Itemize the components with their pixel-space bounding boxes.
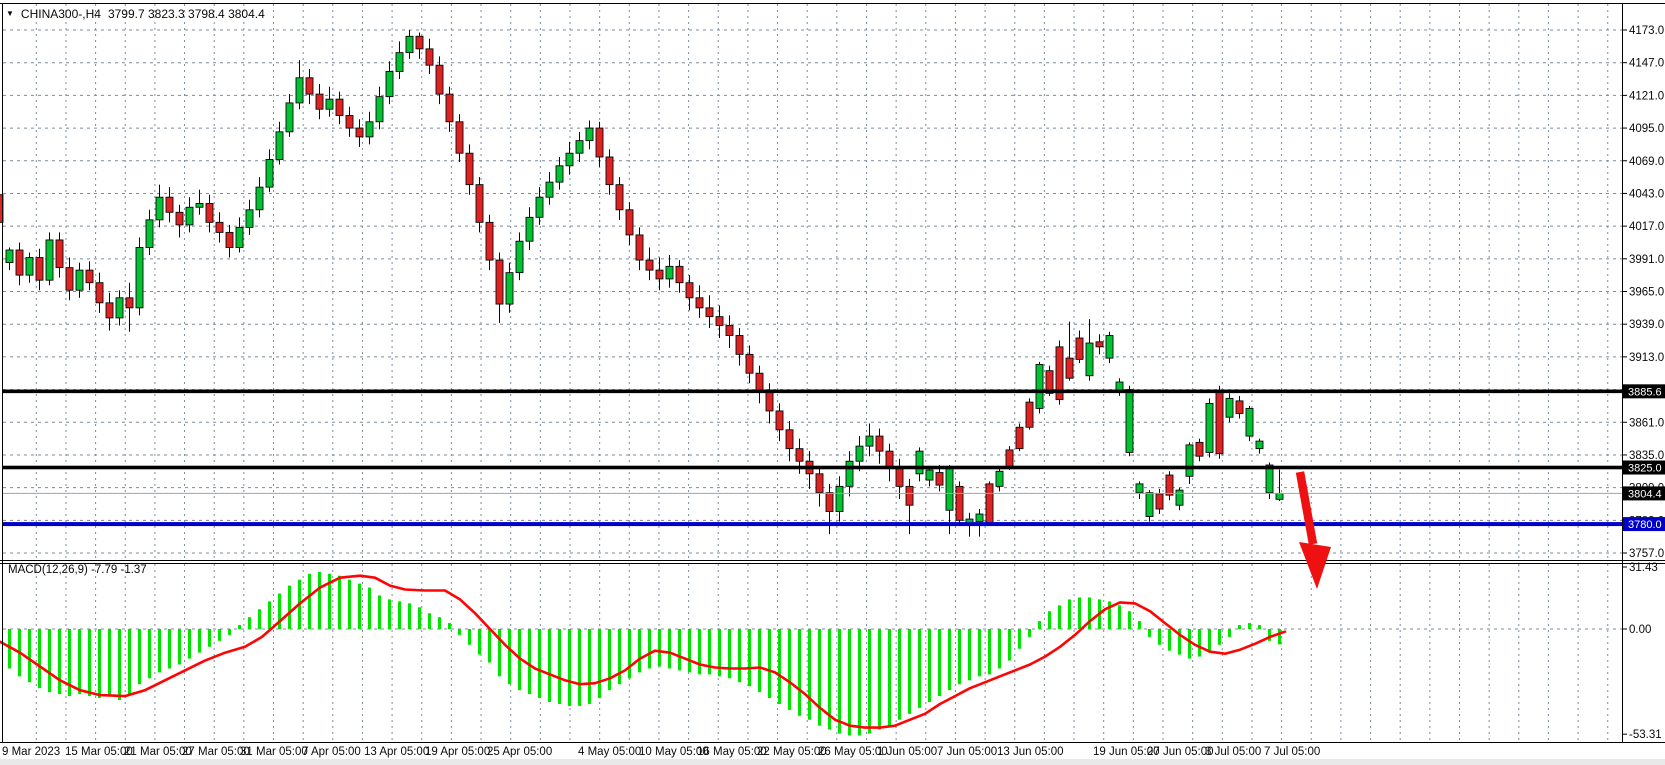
svg-text:19 Apr 05:00: 19 Apr 05:00 xyxy=(425,746,490,758)
svg-text:9 Mar 2023: 9 Mar 2023 xyxy=(2,746,60,758)
chart-canvas: 4173.0 4147.0 4121.0 4095.0 4069.0 4043.0 4017… xyxy=(0,0,1665,765)
symbol-title: CHINA300-,H4 xyxy=(21,7,101,21)
svg-text:13 Apr 05:00: 13 Apr 05:00 xyxy=(364,746,429,758)
svg-text:-53.31: -53.31 xyxy=(1629,729,1662,741)
svg-text:3991.0: 3991.0 xyxy=(1629,254,1664,266)
svg-text:3804.4: 3804.4 xyxy=(1628,488,1662,500)
svg-text:4173.0: 4173.0 xyxy=(1629,25,1664,37)
macd-indicator-label: MACD(12,26,9) -7.79 -1.37 xyxy=(8,564,147,576)
svg-text:3 Jul 05:00: 3 Jul 05:00 xyxy=(1205,746,1261,758)
svg-text:4 May 05:00: 4 May 05:00 xyxy=(578,746,641,758)
price-axis: 4173.0 4147.0 4121.0 4095.0 4069.0 4043.0 4017… xyxy=(1622,25,1664,560)
svg-text:4121.0: 4121.0 xyxy=(1629,90,1664,102)
date-axis: 9 Mar 202315 Mar 05:0021 Mar 05:0027 Mar… xyxy=(2,746,1320,758)
macd-axis: 31.430.00-53.31 xyxy=(1622,562,1662,741)
svg-text:3885.6: 3885.6 xyxy=(1628,386,1662,398)
status-strip xyxy=(0,759,1665,765)
svg-text:7 Jun 05:00: 7 Jun 05:00 xyxy=(937,746,997,758)
svg-text:4147.0: 4147.0 xyxy=(1629,58,1664,70)
macd-pane[interactable] xyxy=(3,564,1622,742)
svg-text:31 Mar 05:00: 31 Mar 05:00 xyxy=(240,746,308,758)
svg-text:4095.0: 4095.0 xyxy=(1629,123,1664,135)
symbol-header: ▼ CHINA300-,H4 3799.7 3823.3 3798.4 3804… xyxy=(6,7,265,21)
svg-text:3825.0: 3825.0 xyxy=(1628,463,1662,475)
svg-text:22 May 05:00: 22 May 05:00 xyxy=(757,746,827,758)
svg-text:3939.0: 3939.0 xyxy=(1629,319,1664,331)
horizontal-support-line xyxy=(3,522,1622,526)
svg-text:4069.0: 4069.0 xyxy=(1629,156,1664,168)
svg-text:3835.0: 3835.0 xyxy=(1629,450,1664,462)
svg-text:1 Jun 05:00: 1 Jun 05:00 xyxy=(877,746,937,758)
main-chart-pane[interactable] xyxy=(3,4,1622,560)
svg-text:3757.0: 3757.0 xyxy=(1629,548,1664,560)
svg-text:7 Apr 05:00: 7 Apr 05:00 xyxy=(302,746,361,758)
chart-window: 4173.0 4147.0 4121.0 4095.0 4069.0 4043.0 4017… xyxy=(0,0,1665,765)
svg-text:3913.0: 3913.0 xyxy=(1629,352,1664,364)
svg-text:3780.0: 3780.0 xyxy=(1628,519,1662,531)
collapse-arrow-icon[interactable]: ▼ xyxy=(6,10,14,18)
svg-text:3965.0: 3965.0 xyxy=(1629,287,1664,299)
svg-text:13 Jun 05:00: 13 Jun 05:00 xyxy=(997,746,1064,758)
svg-text:3861.0: 3861.0 xyxy=(1629,417,1664,429)
svg-text:0.00: 0.00 xyxy=(1629,624,1651,636)
svg-text:25 Apr 05:00: 25 Apr 05:00 xyxy=(487,746,552,758)
ohlc-readout: 3799.7 3823.3 3798.4 3804.4 xyxy=(108,7,265,21)
horizontal-level-line xyxy=(3,390,1622,394)
horizontal-level-line xyxy=(3,466,1622,470)
svg-text:4017.0: 4017.0 xyxy=(1629,221,1664,233)
svg-text:15 Mar 05:00: 15 Mar 05:00 xyxy=(65,746,133,758)
svg-text:4043.0: 4043.0 xyxy=(1629,188,1664,200)
svg-text:7 Jul 05:00: 7 Jul 05:00 xyxy=(1264,746,1320,758)
svg-text:27 Jun 05:00: 27 Jun 05:00 xyxy=(1147,746,1214,758)
